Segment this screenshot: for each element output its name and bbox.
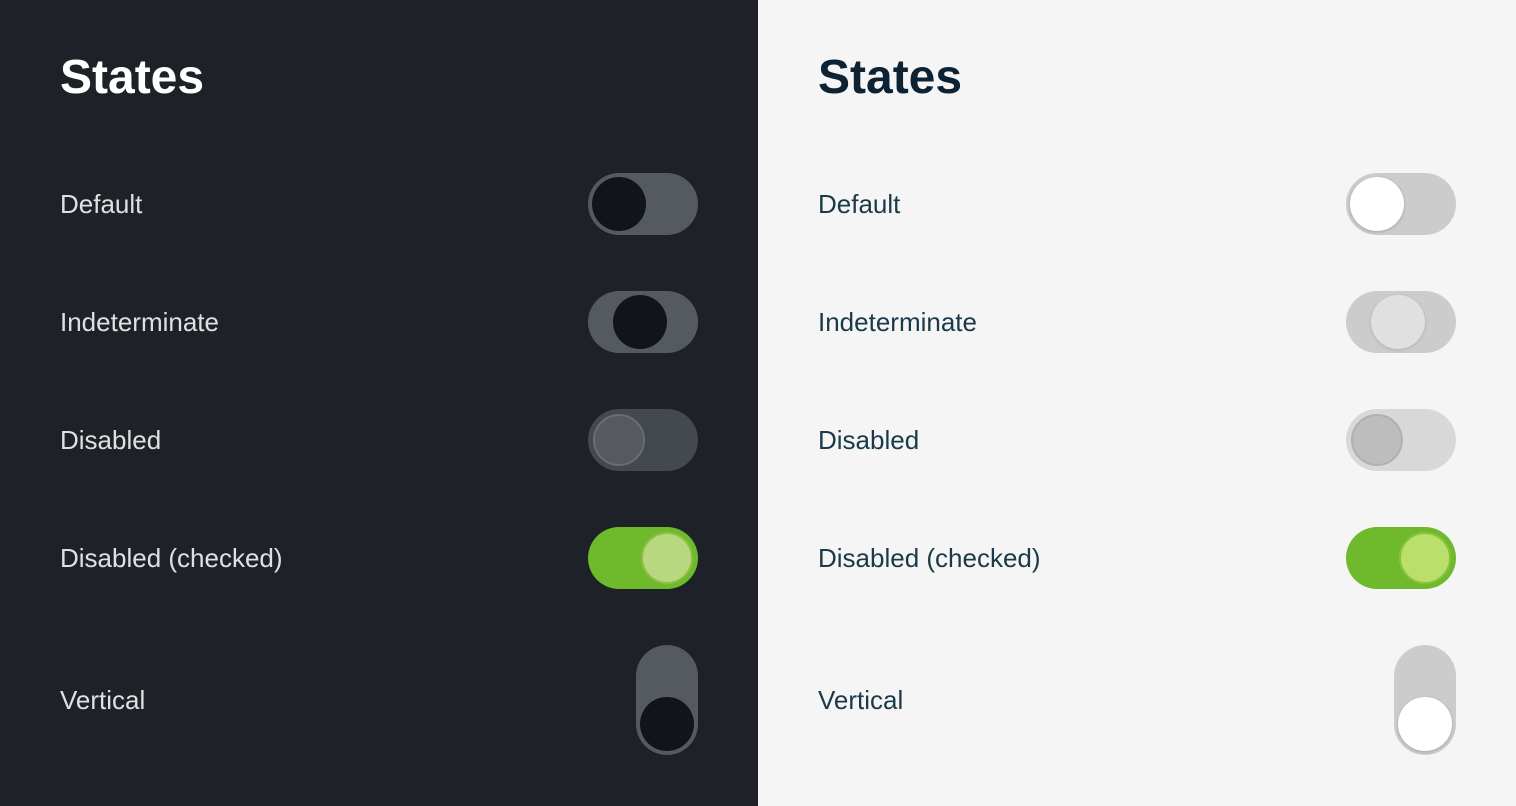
- dark-default-label: Default: [60, 189, 142, 220]
- dark-default-row: Default: [60, 145, 698, 263]
- light-default-toggle[interactable]: [1346, 173, 1456, 235]
- light-indeterminate-thumb: [1371, 295, 1425, 349]
- light-vertical-label: Vertical: [818, 685, 903, 716]
- dark-disabled-checked-toggle: [588, 527, 698, 589]
- dark-panel-title: States: [60, 50, 698, 105]
- dark-vertical-toggle[interactable]: [636, 645, 698, 755]
- dark-indeterminate-label: Indeterminate: [60, 307, 219, 338]
- dark-vertical-row: Vertical: [60, 617, 698, 783]
- dark-panel: States Default Indeterminate Disabled Di…: [0, 0, 758, 806]
- light-default-row: Default: [818, 145, 1456, 263]
- light-disabled-checked-thumb: [1399, 532, 1451, 584]
- dark-disabled-checked-row: Disabled (checked): [60, 499, 698, 617]
- light-indeterminate-toggle[interactable]: [1346, 291, 1456, 353]
- light-default-thumb: [1350, 177, 1404, 231]
- dark-default-thumb: [592, 177, 646, 231]
- light-disabled-checked-toggle: [1346, 527, 1456, 589]
- light-disabled-row: Disabled: [818, 381, 1456, 499]
- dark-disabled-checked-label: Disabled (checked): [60, 543, 283, 574]
- light-vertical-toggle[interactable]: [1394, 645, 1456, 755]
- dark-disabled-thumb: [593, 414, 645, 466]
- dark-disabled-row: Disabled: [60, 381, 698, 499]
- dark-disabled-label: Disabled: [60, 425, 161, 456]
- dark-disabled-checked-thumb: [641, 532, 693, 584]
- light-disabled-checked-row: Disabled (checked): [818, 499, 1456, 617]
- dark-vertical-label: Vertical: [60, 685, 145, 716]
- light-disabled-label: Disabled: [818, 425, 919, 456]
- dark-disabled-toggle: [588, 409, 698, 471]
- dark-indeterminate-toggle[interactable]: [588, 291, 698, 353]
- light-panel-title: States: [818, 50, 1456, 105]
- dark-vertical-thumb: [640, 697, 694, 751]
- dark-default-toggle[interactable]: [588, 173, 698, 235]
- dark-indeterminate-row: Indeterminate: [60, 263, 698, 381]
- light-indeterminate-label: Indeterminate: [818, 307, 977, 338]
- light-disabled-toggle: [1346, 409, 1456, 471]
- light-disabled-thumb: [1351, 414, 1403, 466]
- light-vertical-row: Vertical: [818, 617, 1456, 783]
- light-indeterminate-row: Indeterminate: [818, 263, 1456, 381]
- light-disabled-checked-label: Disabled (checked): [818, 543, 1041, 574]
- dark-indeterminate-thumb: [613, 295, 667, 349]
- light-default-label: Default: [818, 189, 900, 220]
- light-panel: States Default Indeterminate Disabled Di…: [758, 0, 1516, 806]
- light-vertical-thumb: [1398, 697, 1452, 751]
